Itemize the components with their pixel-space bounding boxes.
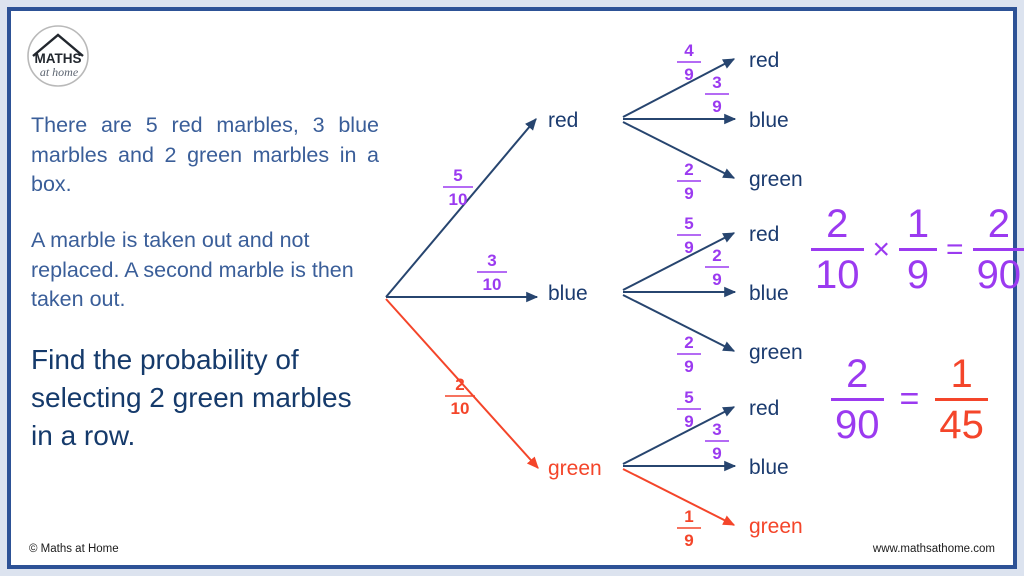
branch-red-to-green bbox=[622, 121, 736, 179]
node-label-l1-green: green bbox=[548, 457, 602, 480]
svg-text:9: 9 bbox=[684, 184, 693, 203]
svg-text:2: 2 bbox=[684, 333, 693, 352]
svg-text:5: 5 bbox=[453, 166, 462, 185]
svg-text:9: 9 bbox=[684, 238, 693, 257]
svg-text:3: 3 bbox=[712, 420, 721, 439]
eq1-f1-denominator: 10 bbox=[815, 253, 860, 297]
eq2-f1-numerator: 2 bbox=[846, 352, 869, 396]
fraction-l1-green: 2 10 bbox=[445, 375, 475, 418]
svg-text:1: 1 bbox=[684, 507, 693, 526]
eq1-fraction-1: 2 10 bbox=[811, 203, 864, 296]
slide-frame: MATHS at home There are 5 red marbles, 3… bbox=[7, 7, 1024, 569]
fraction-l1-blue: 3 10 bbox=[477, 251, 507, 294]
eq1-f3-bar bbox=[972, 248, 1024, 251]
eq2-f1-denominator: 90 bbox=[835, 403, 880, 447]
eq2-f2-denominator: 45 bbox=[939, 403, 984, 447]
node-label-l2-red-green: green bbox=[749, 168, 803, 191]
footer-website[interactable]: www.mathsathome.com bbox=[873, 543, 995, 555]
node-label-l1-blue: blue bbox=[548, 282, 588, 305]
eq1-fraction-3: 2 90 bbox=[972, 202, 1024, 297]
fraction-l2-blue-red: 5 9 bbox=[677, 214, 701, 257]
node-label-l2-blue-blue: blue bbox=[749, 282, 789, 305]
svg-text:10: 10 bbox=[483, 275, 502, 294]
svg-text:10: 10 bbox=[449, 190, 468, 209]
fraction-l2-green-red: 5 9 bbox=[677, 388, 701, 431]
node-label-l2-green-blue: blue bbox=[749, 456, 789, 479]
eq2-equals-operator: = bbox=[899, 380, 920, 418]
svg-text:9: 9 bbox=[712, 97, 721, 116]
svg-text:9: 9 bbox=[684, 65, 693, 84]
working-equation-1: 2 10 × 1 9 = 2 90 bbox=[811, 203, 1024, 296]
node-label-l2-blue-green: green bbox=[749, 341, 803, 364]
fraction-l2-green-green: 1 9 bbox=[677, 507, 701, 550]
working-equation-2: 2 90 = 1 45 bbox=[831, 353, 988, 446]
footer-copyright: © Maths at Home bbox=[29, 543, 119, 555]
node-label-l2-red-blue: blue bbox=[749, 109, 789, 132]
eq2-f2-numerator: 1 bbox=[950, 352, 973, 396]
svg-text:9: 9 bbox=[684, 412, 693, 431]
eq1-f1-numerator: 2 bbox=[826, 202, 849, 246]
fraction-l1-red: 5 10 bbox=[443, 166, 473, 209]
eq1-f1-bar bbox=[811, 248, 864, 251]
slide-canvas: MATHS at home There are 5 red marbles, 3… bbox=[0, 0, 1024, 576]
eq2-fraction-2: 1 45 bbox=[935, 353, 988, 446]
fraction-l2-blue-green: 2 9 bbox=[677, 333, 701, 376]
svg-text:3: 3 bbox=[487, 251, 496, 270]
eq2-f1-bar bbox=[831, 398, 884, 401]
fraction-l2-red-green: 2 9 bbox=[677, 160, 701, 203]
eq1-multiply-operator: × bbox=[872, 232, 891, 266]
fraction-l2-blue-blue: 2 9 bbox=[705, 246, 729, 289]
svg-text:9: 9 bbox=[684, 531, 693, 550]
svg-text:3: 3 bbox=[712, 73, 721, 92]
svg-text:2: 2 bbox=[712, 246, 721, 265]
svg-text:9: 9 bbox=[712, 270, 721, 289]
svg-text:2: 2 bbox=[684, 160, 693, 179]
svg-text:5: 5 bbox=[684, 214, 693, 233]
svg-text:9: 9 bbox=[684, 357, 693, 376]
node-label-l2-green-red: red bbox=[749, 397, 779, 420]
svg-text:9: 9 bbox=[712, 444, 721, 463]
svg-text:5: 5 bbox=[684, 388, 693, 407]
eq1-fraction-2: 1 9 bbox=[899, 202, 938, 297]
eq1-f2-denominator: 9 bbox=[906, 253, 930, 297]
eq1-f3-numerator: 2 bbox=[987, 202, 1010, 246]
svg-text:10: 10 bbox=[451, 399, 470, 418]
node-label-l2-blue-red: red bbox=[749, 223, 779, 246]
eq1-f3-denominator: 90 bbox=[976, 253, 1022, 297]
node-label-l2-red-red: red bbox=[749, 49, 779, 72]
eq1-equals-operator: = bbox=[946, 232, 964, 266]
node-label-l1-red: red bbox=[548, 109, 578, 132]
fraction-l2-red-blue: 3 9 bbox=[705, 73, 729, 116]
svg-text:2: 2 bbox=[455, 375, 464, 394]
node-label-l2-green-green: green bbox=[749, 515, 803, 538]
eq1-f2-bar bbox=[899, 248, 938, 251]
branch-blue-to-green bbox=[622, 294, 736, 352]
svg-text:4: 4 bbox=[684, 41, 694, 60]
eq2-f2-bar bbox=[935, 398, 988, 401]
fraction-l2-green-blue: 3 9 bbox=[705, 420, 729, 463]
eq1-f2-numerator: 1 bbox=[906, 202, 930, 246]
eq2-fraction-1: 2 90 bbox=[831, 353, 884, 446]
branch-green-to-green bbox=[622, 468, 736, 526]
